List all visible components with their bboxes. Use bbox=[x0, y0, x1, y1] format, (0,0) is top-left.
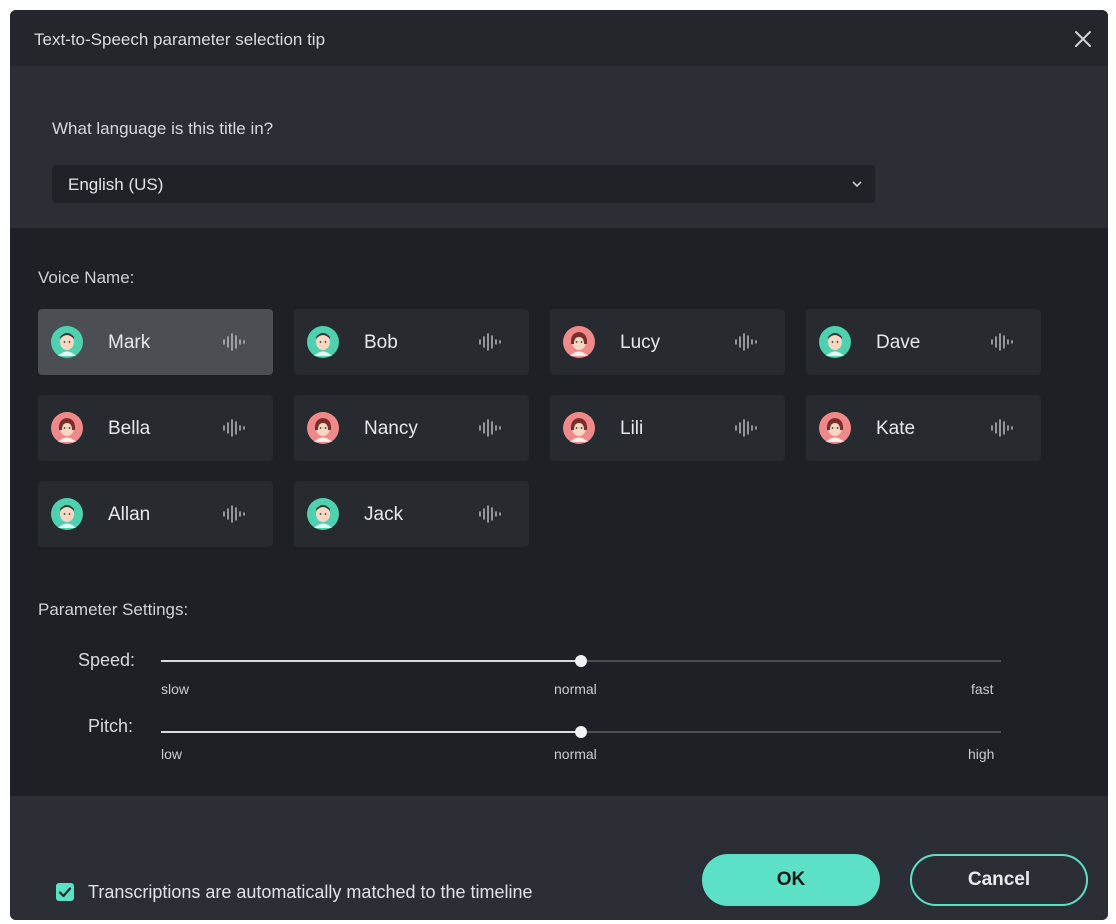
avatar-icon bbox=[307, 326, 339, 358]
avatar-icon bbox=[51, 326, 83, 358]
voice-name: Bella bbox=[108, 418, 151, 439]
waveform-icon[interactable] bbox=[220, 332, 252, 352]
voice-and-parameter-section: Voice Name: Mark Bob Lucy Dave Bella Nancy Lil… bbox=[10, 228, 1108, 796]
avatar-icon bbox=[563, 326, 595, 358]
speed-max-label: fast bbox=[971, 681, 994, 697]
checkmark-icon bbox=[58, 887, 72, 898]
ok-button[interactable]: OK bbox=[702, 854, 880, 906]
voice-name: Kate bbox=[876, 418, 916, 439]
avatar-icon bbox=[307, 498, 339, 530]
voice-card-nancy[interactable]: Nancy bbox=[294, 395, 529, 461]
voice-name: Lucy bbox=[620, 332, 661, 353]
close-button[interactable] bbox=[1070, 26, 1096, 52]
waveform-icon[interactable] bbox=[220, 418, 252, 438]
speed-mid-label: normal bbox=[554, 681, 597, 697]
voice-name: Allan bbox=[108, 504, 151, 525]
speed-slider-fill bbox=[161, 660, 581, 662]
speed-slider[interactable] bbox=[161, 655, 1001, 667]
pitch-slider-row: Pitch: low normal high bbox=[10, 716, 1108, 776]
voice-name: Nancy bbox=[364, 418, 418, 439]
voice-name-label: Voice Name: bbox=[38, 268, 135, 287]
avatar-icon bbox=[819, 326, 851, 358]
voice-card-bella[interactable]: Bella bbox=[38, 395, 273, 461]
pitch-label: Pitch: bbox=[87, 716, 133, 736]
waveform-icon[interactable] bbox=[732, 418, 764, 438]
avatar-icon bbox=[819, 412, 851, 444]
waveform-icon[interactable] bbox=[220, 504, 252, 524]
pitch-slider[interactable] bbox=[161, 726, 1001, 738]
footer: Transcriptions are automatically matched… bbox=[10, 796, 1108, 920]
speed-label: Speed: bbox=[77, 650, 135, 670]
language-section: What language is this title in? English … bbox=[10, 66, 1108, 228]
pitch-mid-label: normal bbox=[554, 746, 597, 762]
voice-card-dave[interactable]: Dave bbox=[806, 309, 1041, 375]
speed-min-label: slow bbox=[161, 681, 190, 697]
voice-card-kate[interactable]: Kate bbox=[806, 395, 1041, 461]
avatar-icon bbox=[51, 412, 83, 444]
voice-card-mark[interactable]: Mark bbox=[38, 309, 273, 375]
pitch-max-label: high bbox=[968, 746, 995, 762]
waveform-icon[interactable] bbox=[476, 504, 508, 524]
waveform-icon[interactable] bbox=[988, 418, 1020, 438]
title-bar: Text-to-Speech parameter selection tip bbox=[10, 10, 1108, 66]
voice-name: Dave bbox=[876, 332, 921, 353]
language-select[interactable]: English (US) bbox=[52, 165, 875, 203]
waveform-icon[interactable] bbox=[988, 332, 1020, 352]
parameter-settings-label: Parameter Settings: bbox=[38, 600, 189, 619]
voice-card-allan[interactable]: Allan bbox=[38, 481, 273, 547]
speed-slider-row: Speed: slow normal fast bbox=[10, 650, 1108, 710]
pitch-slider-thumb[interactable] bbox=[575, 726, 587, 738]
dialog-title: Text-to-Speech parameter selection tip bbox=[34, 30, 326, 49]
waveform-icon[interactable] bbox=[476, 332, 508, 352]
waveform-icon[interactable] bbox=[476, 418, 508, 438]
voice-card-bob[interactable]: Bob bbox=[294, 309, 529, 375]
voice-card-lili[interactable]: Lili bbox=[550, 395, 785, 461]
chevron-down-icon bbox=[852, 181, 862, 188]
voice-card-lucy[interactable]: Lucy bbox=[550, 309, 785, 375]
avatar-icon bbox=[563, 412, 595, 444]
avatar-icon bbox=[307, 412, 339, 444]
tts-dialog: Text-to-Speech parameter selection tip W… bbox=[10, 10, 1108, 920]
language-question: What language is this title in? bbox=[52, 119, 274, 138]
auto-match-label: Transcriptions are automatically matched… bbox=[88, 882, 533, 902]
language-select-value: English (US) bbox=[68, 175, 164, 194]
voice-name: Mark bbox=[108, 332, 151, 353]
voice-name: Bob bbox=[364, 332, 398, 353]
voice-name: Lili bbox=[620, 418, 644, 439]
auto-match-checkbox[interactable] bbox=[56, 883, 74, 901]
waveform-icon[interactable] bbox=[732, 332, 764, 352]
cancel-button[interactable]: Cancel bbox=[910, 854, 1088, 906]
voice-name: Jack bbox=[364, 504, 404, 525]
close-icon bbox=[1075, 31, 1091, 47]
pitch-min-label: low bbox=[161, 746, 183, 762]
pitch-slider-fill bbox=[161, 731, 581, 733]
speed-slider-thumb[interactable] bbox=[575, 655, 587, 667]
avatar-icon bbox=[51, 498, 83, 530]
voice-card-jack[interactable]: Jack bbox=[294, 481, 529, 547]
